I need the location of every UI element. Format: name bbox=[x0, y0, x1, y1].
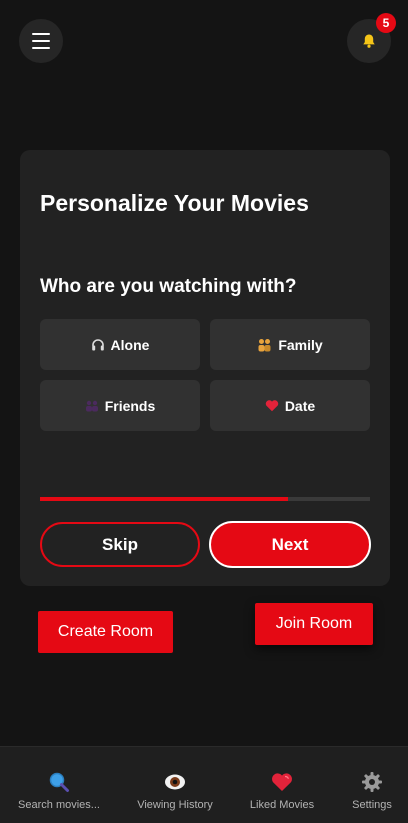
bottom-nav: Search movies... Viewing History Liked M… bbox=[0, 746, 408, 823]
headphones-icon bbox=[91, 338, 105, 352]
nav-history[interactable]: Viewing History bbox=[130, 747, 220, 823]
option-date[interactable]: Date bbox=[210, 380, 370, 431]
card-title: Personalize Your Movies bbox=[40, 190, 309, 216]
option-label: Date bbox=[284, 397, 316, 414]
heart-icon bbox=[271, 771, 293, 793]
notifications-button[interactable]: 5 bbox=[347, 13, 396, 63]
eye-icon bbox=[164, 771, 186, 793]
skip-button[interactable]: Skip bbox=[40, 522, 200, 567]
menu-button[interactable] bbox=[19, 19, 63, 63]
progress-fill bbox=[40, 497, 288, 501]
join-room-button[interactable]: Join Room bbox=[255, 603, 373, 645]
create-room-button[interactable]: Create Room bbox=[38, 611, 173, 653]
option-label: Family bbox=[278, 336, 323, 353]
option-friends[interactable]: Friends bbox=[40, 380, 200, 431]
nav-label: Liked Movies bbox=[249, 799, 315, 811]
gear-icon bbox=[361, 771, 383, 793]
option-label: Friends bbox=[104, 397, 156, 414]
nav-label: Viewing History bbox=[137, 799, 213, 811]
progress-bar bbox=[40, 497, 370, 501]
search-icon bbox=[48, 771, 70, 793]
nav-label: Search movies... bbox=[18, 799, 100, 811]
menu-icon bbox=[32, 33, 50, 49]
option-label: Alone bbox=[110, 336, 150, 353]
next-button[interactable]: Next bbox=[209, 521, 371, 568]
nav-liked[interactable]: Liked Movies bbox=[237, 747, 327, 823]
option-alone[interactable]: Alone bbox=[40, 319, 200, 370]
friends-icon bbox=[85, 400, 99, 412]
heart-icon bbox=[265, 399, 279, 412]
nav-search[interactable]: Search movies... bbox=[14, 747, 104, 823]
question-text: Who are you watching with? bbox=[40, 276, 297, 297]
nav-settings[interactable]: Settings bbox=[342, 747, 402, 823]
notification-badge: 5 bbox=[376, 13, 396, 33]
bell-icon bbox=[363, 34, 375, 48]
nav-label: Settings bbox=[352, 799, 392, 811]
family-icon bbox=[257, 338, 272, 352]
personalize-card: Personalize Your Movies Who are you watc… bbox=[20, 150, 390, 586]
option-family[interactable]: Family bbox=[210, 319, 370, 370]
